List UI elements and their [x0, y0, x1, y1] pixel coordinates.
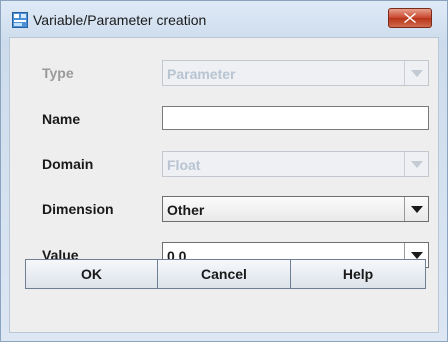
chevron-down-icon: [404, 61, 428, 85]
type-row: Type Parameter: [10, 60, 440, 86]
close-button[interactable]: [388, 8, 432, 28]
type-select-value: Parameter: [167, 66, 236, 82]
name-row: Name: [10, 106, 440, 132]
domain-label: Domain: [42, 156, 94, 172]
close-icon: [404, 13, 416, 23]
type-select: Parameter: [162, 60, 429, 86]
domain-select: Float: [162, 151, 429, 177]
dialog-window: Variable/Parameter creation Type Paramet…: [0, 0, 448, 342]
app-window-icon: [12, 12, 28, 28]
title-bar[interactable]: Variable/Parameter creation: [1, 1, 447, 37]
dimension-select-value: Other: [167, 202, 205, 218]
ok-button[interactable]: OK: [25, 259, 158, 289]
dimension-label: Dimension: [42, 201, 114, 217]
dimension-row: Dimension Other: [10, 196, 440, 222]
domain-select-value: Float: [167, 157, 201, 173]
domain-row: Domain Float: [10, 151, 440, 177]
type-label: Type: [42, 65, 74, 81]
chevron-down-icon: [404, 152, 428, 176]
dialog-buttons: OK Cancel Help: [25, 259, 426, 289]
dimension-select[interactable]: Other: [162, 196, 429, 222]
chevron-down-icon[interactable]: [404, 197, 428, 221]
help-button[interactable]: Help: [290, 259, 426, 289]
cancel-button[interactable]: Cancel: [157, 259, 291, 289]
window-title: Variable/Parameter creation: [33, 12, 207, 28]
name-field[interactable]: [162, 106, 429, 130]
name-label: Name: [42, 111, 81, 127]
